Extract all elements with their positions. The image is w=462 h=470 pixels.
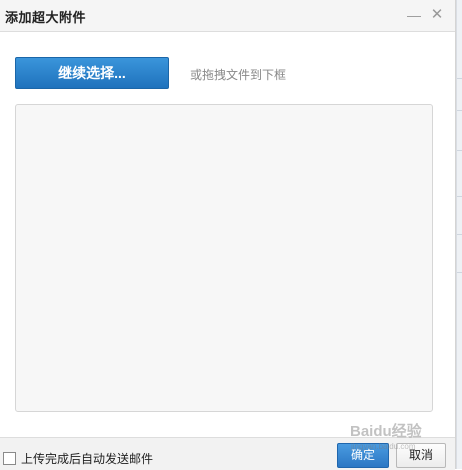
drag-hint-text: 或拖拽文件到下框: [190, 68, 287, 82]
close-icon[interactable]: ✕: [428, 5, 446, 25]
auto-send-label: 上传完成后自动发送邮件: [21, 452, 154, 466]
auto-send-option[interactable]: 上传完成后自动发送邮件: [3, 450, 153, 467]
add-large-attachment-dialog: 添加超大附件 — ✕ 继续选择... 或拖拽文件到下框 上传完成后自动发送邮件 …: [0, 0, 456, 470]
background-window-edge: [456, 0, 462, 469]
dialog-titlebar: 添加超大附件 — ✕: [0, 0, 455, 32]
continue-select-button[interactable]: 继续选择...: [15, 57, 169, 89]
file-drop-area[interactable]: [15, 104, 433, 412]
auto-send-checkbox[interactable]: [3, 452, 16, 465]
cancel-button[interactable]: 取消: [396, 443, 446, 468]
minimize-icon[interactable]: —: [405, 5, 423, 25]
ok-button[interactable]: 确定: [337, 443, 389, 468]
dialog-title: 添加超大附件: [5, 10, 87, 25]
